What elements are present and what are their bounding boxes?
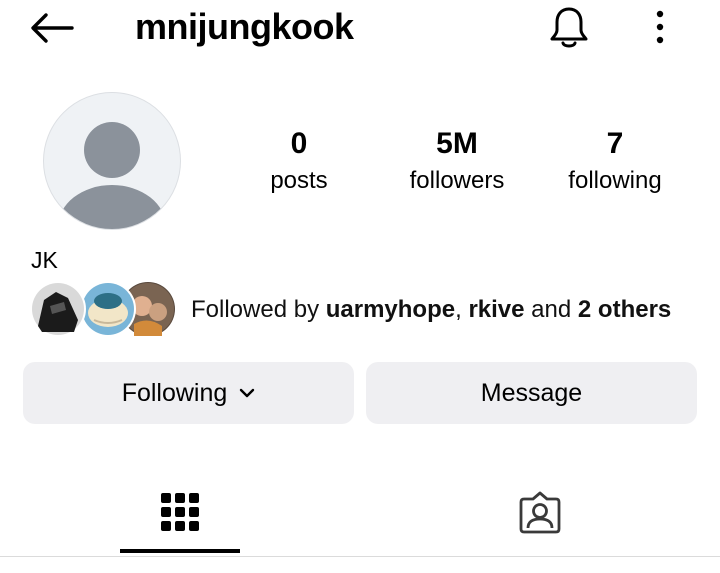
mutual-avatar-1 (30, 281, 86, 337)
following-label: following (568, 167, 662, 194)
mutual-follower-avatars[interactable] (30, 280, 180, 340)
name-conjunction: and (524, 296, 578, 323)
profile-header: mnijungkook (0, 0, 720, 60)
followed-by-prefix: Followed by (191, 296, 326, 323)
message-button-label: Message (480, 378, 583, 407)
following-count: 7 (606, 127, 624, 160)
bell-icon[interactable] (546, 4, 592, 50)
mutual-avatar-2 (80, 281, 136, 337)
grid-icon (161, 493, 199, 531)
mutual-others-count[interactable]: 2 others (578, 296, 671, 323)
mutual-follower-name[interactable]: uarmyhope (326, 296, 455, 323)
followers-stat[interactable]: 5M followers (387, 126, 527, 196)
followers-label: followers (409, 167, 505, 194)
followed-by-text[interactable]: Followed by uarmyhope, rkive and 2 other… (191, 294, 671, 326)
posts-count: 0 (290, 127, 308, 160)
arrow-left-icon[interactable] (28, 8, 78, 48)
following-button-label: Following (121, 378, 228, 407)
chevron-down-icon (240, 388, 255, 398)
name-separator: , (455, 296, 469, 323)
tagged-user-icon (519, 491, 561, 534)
posts-stat[interactable]: 0 posts (229, 126, 369, 196)
tab-posts-grid[interactable] (120, 480, 240, 556)
tab-bar-divider (0, 556, 720, 557)
vertical-dots-icon[interactable] (645, 6, 675, 48)
following-button[interactable]: Following (23, 362, 354, 424)
posts-label: posts (270, 167, 328, 194)
default-avatar-icon (58, 122, 166, 229)
followers-count: 5M (436, 127, 478, 160)
profile-avatar[interactable] (43, 92, 181, 230)
active-tab-indicator (120, 549, 240, 553)
display-name: JK (31, 247, 58, 273)
mutual-follower-name[interactable]: rkive (468, 296, 524, 323)
following-stat[interactable]: 7 following (545, 126, 685, 196)
message-button[interactable]: Message (366, 362, 697, 424)
tab-tagged[interactable] (480, 480, 600, 556)
profile-username: mnijungkook (135, 6, 354, 47)
